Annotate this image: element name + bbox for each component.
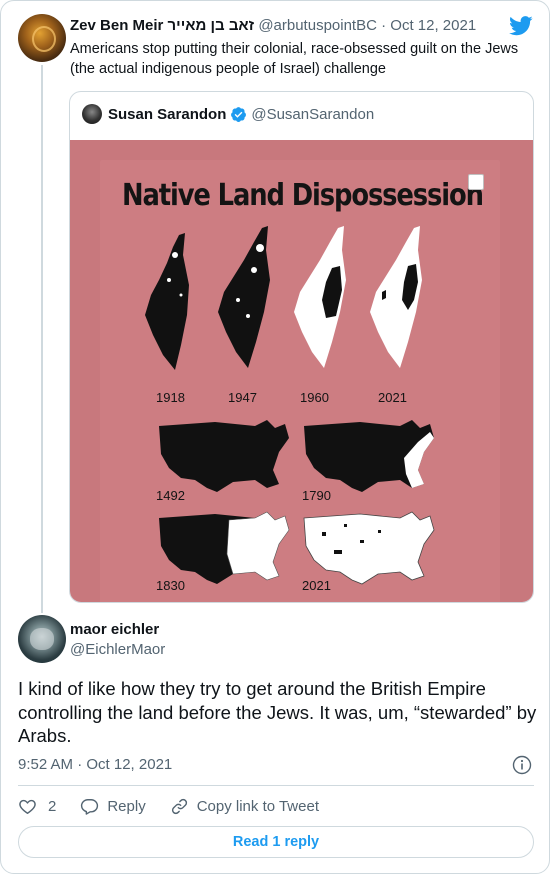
link-icon	[171, 798, 187, 814]
year-label: 1960	[300, 390, 329, 405]
tweet-card: Zev Ben Meir זאב בן מאייר @arbutuspointB…	[0, 0, 550, 874]
quoted-tweet[interactable]: Susan Sarandon @SusanSarandon 1918 1947 …	[69, 91, 534, 603]
usa-map-1492	[159, 420, 289, 492]
year-label: 1830	[156, 578, 185, 593]
read-reply-button[interactable]: Read 1 reply	[18, 826, 534, 858]
author-name[interactable]: Zev Ben Meir זאב בן מאייר	[70, 17, 254, 34]
tweet-actions: 2 Reply Copy link to Tweet	[18, 796, 319, 816]
year-label: 1947	[228, 390, 257, 405]
usa-map-1830	[159, 511, 290, 584]
israel-map-1947	[218, 226, 270, 368]
author-handle[interactable]: @EichlerMaor	[70, 641, 165, 658]
divider	[18, 785, 534, 786]
quoted-tweet-header: Susan Sarandon @SusanSarandon	[82, 104, 374, 124]
avatar[interactable]	[18, 615, 66, 663]
twitter-bird-icon[interactable]	[509, 16, 533, 36]
quoted-avatar	[82, 104, 102, 124]
year-label: 2021	[302, 578, 331, 593]
poster-title: Native Land Dispossession	[122, 178, 484, 213]
year-label: 1790	[302, 488, 331, 503]
usa-map-1790	[304, 420, 434, 492]
heart-icon	[19, 799, 36, 814]
usa-map-2021	[303, 511, 435, 585]
map-illustration: 1918 1947 1960 2021 1492 1790 1830 2021	[145, 226, 435, 593]
like-count: 2	[48, 797, 57, 815]
tweet-header: Zev Ben Meir זאב בן מאייר @arbutuspointB…	[70, 17, 476, 34]
israel-map-2021	[370, 226, 422, 368]
year-label: 1492	[156, 488, 185, 503]
info-icon[interactable]	[512, 755, 532, 775]
like-button[interactable]: 2	[18, 797, 56, 816]
reply-icon	[81, 798, 99, 815]
author-handle[interactable]: @arbutuspointBC	[258, 17, 377, 34]
tweet-timestamp[interactable]: 9:52 AM · Oct 12, 2021	[18, 756, 172, 773]
tweet-text: I kind of like how they try to get aroun…	[18, 678, 537, 746]
reply-button[interactable]: Reply	[80, 797, 146, 816]
quoted-author-name: Susan Sarandon	[108, 105, 227, 123]
map-poster: 1918 1947 1960 2021 1492 1790 1830 2021 …	[100, 160, 500, 602]
verified-badge-icon	[231, 106, 247, 122]
poster-corner-icon	[468, 174, 484, 190]
tweet-date[interactable]: Oct 12, 2021	[390, 17, 476, 34]
quoted-tweet-image[interactable]: 1918 1947 1960 2021 1492 1790 1830 2021 …	[70, 140, 533, 602]
israel-map-1960	[294, 226, 346, 368]
copy-link-label: Copy link to Tweet	[196, 797, 319, 815]
copy-link-button[interactable]: Copy link to Tweet	[170, 797, 319, 816]
israel-map-1918	[145, 233, 189, 370]
avatar[interactable]	[18, 14, 66, 62]
year-label: 1918	[156, 390, 185, 405]
quoted-author-handle: @SusanSarandon	[251, 105, 375, 123]
tweet-text: Americans stop putting their colonial, r…	[70, 41, 519, 77]
thread-line	[41, 65, 43, 613]
reply-label: Reply	[107, 797, 146, 815]
author-name[interactable]: maor eichler	[70, 621, 159, 638]
separator: ·	[381, 17, 387, 34]
year-label: 2021	[378, 390, 407, 405]
